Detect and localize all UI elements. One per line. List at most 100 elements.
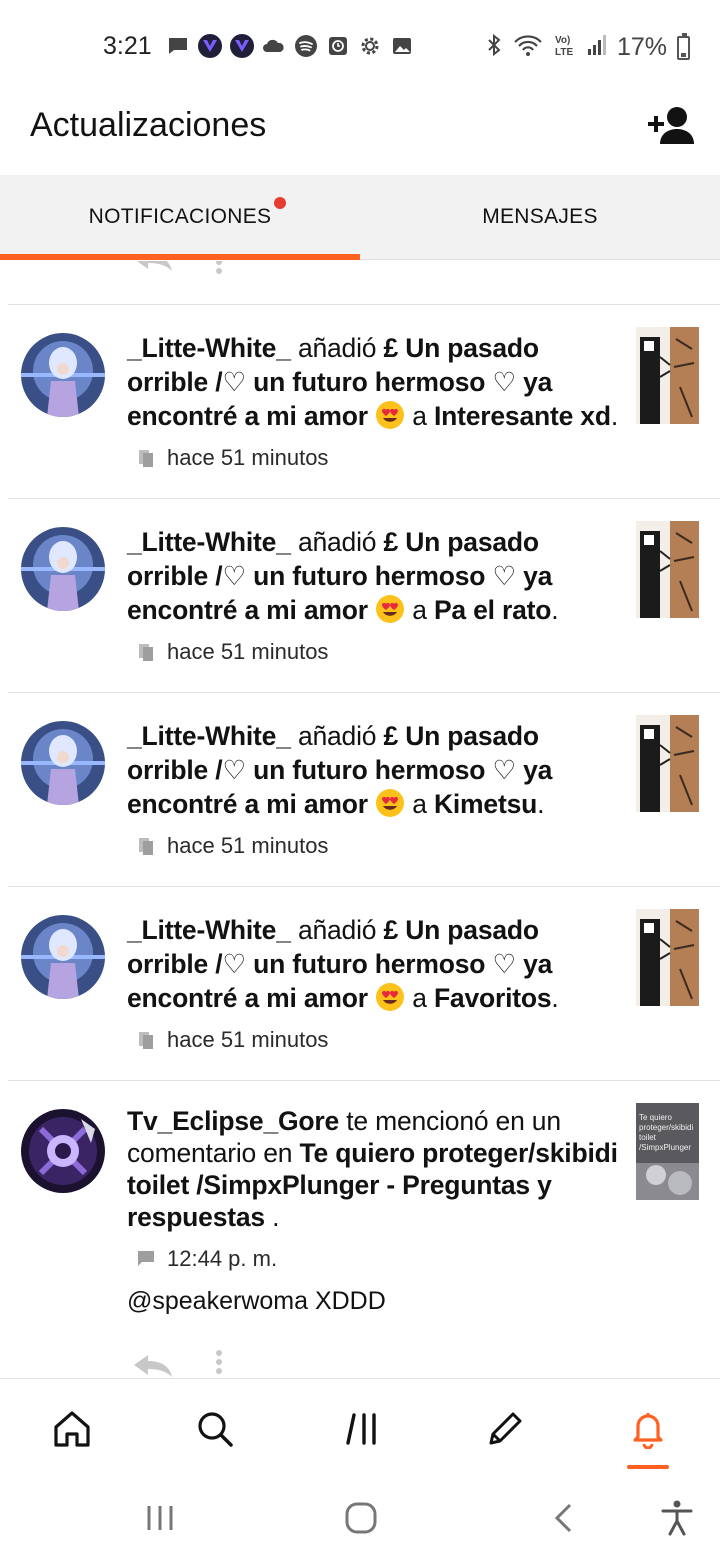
reply-icon xyxy=(136,261,172,271)
bottom-navigation xyxy=(0,1378,720,1478)
avatar[interactable] xyxy=(21,721,105,805)
status-bar: 3:21 Vo) LTE 17% xyxy=(0,0,720,92)
timestamp: hace 51 minutos xyxy=(167,833,329,858)
timestamp: hace 51 minutos xyxy=(167,1027,329,1052)
story-cover-thumbnail[interactable] xyxy=(636,715,699,812)
timestamp: 12:44 p. m. xyxy=(167,1246,278,1271)
signal-icon xyxy=(587,34,607,61)
comment-text: @speakerwoma XDDD xyxy=(127,1287,386,1315)
more-vertical-icon xyxy=(216,1350,222,1374)
svg-text:LTE: LTE xyxy=(555,47,573,58)
home-system-button[interactable] xyxy=(344,1500,378,1536)
more-options-button[interactable] xyxy=(213,261,225,275)
username[interactable]: _Litte-White_ xyxy=(127,721,291,751)
library-add-icon xyxy=(137,642,155,662)
back-icon xyxy=(554,1503,572,1533)
back-button[interactable] xyxy=(552,1500,576,1536)
heart-eyes-emoji-icon xyxy=(376,401,405,429)
notification-text: _Litte-White_ añadió £ Un pasado orrible… xyxy=(127,913,627,1015)
library-add-icon xyxy=(137,1030,155,1050)
heart-eyes-emoji-icon xyxy=(376,789,405,817)
system-navigation-bar xyxy=(0,1478,720,1560)
accessibility-button[interactable] xyxy=(660,1500,694,1536)
notification-text: _Litte-White_ añadió £ Un pasado orrible… xyxy=(127,525,627,627)
action-text: añadió xyxy=(297,527,377,557)
mention-notification-item[interactable]: Tv_Eclipse_Gore te mencionó en un coment… xyxy=(0,1081,720,1378)
timestamp: hace 51 minutos xyxy=(167,445,329,470)
tab-label: MENSAJES xyxy=(482,205,598,228)
username[interactable]: _Litte-White_ xyxy=(127,527,291,557)
reply-button[interactable] xyxy=(132,1353,174,1377)
library-icon xyxy=(346,1413,376,1445)
reading-list-name[interactable]: Favoritos xyxy=(434,983,552,1013)
nav-home[interactable] xyxy=(50,1407,94,1451)
nav-notifications[interactable] xyxy=(626,1407,670,1451)
library-add-icon xyxy=(137,836,155,856)
recent-apps-button[interactable] xyxy=(144,1500,176,1536)
add-user-button[interactable] xyxy=(646,102,698,150)
notification-text: _Litte-White_ añadió £ Un pasado orrible… xyxy=(127,331,627,433)
notification-icons xyxy=(166,34,414,58)
more-options-button[interactable] xyxy=(213,1349,225,1375)
home-circle-icon xyxy=(345,1502,377,1534)
add-user-icon xyxy=(648,107,694,144)
connector-text: a xyxy=(412,983,427,1013)
notification-feed[interactable]: _Litte-White_ añadió £ Un pasado orrible… xyxy=(0,261,720,1378)
avatar[interactable] xyxy=(21,527,105,611)
notification-item[interactable]: _Litte-White_ añadió £ Un pasado orrible… xyxy=(0,305,720,499)
period: . xyxy=(537,789,545,819)
accessibility-icon xyxy=(661,1500,693,1536)
connector-text: a xyxy=(412,789,427,819)
search-icon xyxy=(198,1412,233,1447)
app-v-icon xyxy=(198,34,222,58)
status-time: 3:21 xyxy=(103,32,152,60)
story-cover-thumbnail[interactable] xyxy=(636,327,699,424)
recent-apps-icon xyxy=(147,1506,173,1530)
notification-text: Tv_Eclipse_Gore te mencionó en un coment… xyxy=(127,1105,622,1233)
reading-list-name[interactable]: Interesante xd xyxy=(434,401,611,431)
story-cover-thumbnail[interactable]: Te quiero proteger/skibidi toilet /Simpx… xyxy=(636,1103,699,1200)
username[interactable]: _Litte-White_ xyxy=(127,915,291,945)
avatar[interactable] xyxy=(21,1109,105,1193)
tab-mensajes[interactable]: MENSAJES xyxy=(360,175,720,259)
bluetooth-icon xyxy=(485,33,503,62)
reading-list-name[interactable]: Pa el rato xyxy=(434,595,552,625)
cloud-icon xyxy=(262,34,286,58)
clock-app-icon xyxy=(326,34,350,58)
story-cover-thumbnail[interactable] xyxy=(636,909,699,1006)
message-icon xyxy=(166,34,190,58)
svg-text:Vo): Vo) xyxy=(555,35,570,46)
reading-list-name[interactable]: Kimetsu xyxy=(434,789,537,819)
avatar[interactable] xyxy=(21,333,105,417)
action-text: añadió xyxy=(297,915,377,945)
cover-text: Te quiero proteger/skibidi toilet /Simpx… xyxy=(639,1113,694,1152)
system-status-icons: Vo) LTE 17% xyxy=(485,32,690,63)
tab-label: NOTIFICACIONES xyxy=(88,205,272,228)
notification-text: _Litte-White_ añadió £ Un pasado orrible… xyxy=(127,719,627,821)
wifi-icon xyxy=(513,33,543,62)
story-cover-thumbnail[interactable] xyxy=(636,521,699,618)
spotify-icon xyxy=(294,34,318,58)
nav-library[interactable] xyxy=(340,1407,384,1451)
tab-notificaciones[interactable]: NOTIFICACIONES xyxy=(0,175,360,260)
period: . xyxy=(610,401,618,431)
page-title: Actualizaciones xyxy=(30,106,267,144)
notification-item[interactable]: _Litte-White_ añadió £ Un pasado orrible… xyxy=(0,499,720,693)
app-header: Actualizaciones xyxy=(0,92,720,175)
username[interactable]: _Litte-White_ xyxy=(127,333,291,363)
unread-badge xyxy=(274,197,286,209)
notification-item[interactable]: _Litte-White_ añadió £ Un pasado orrible… xyxy=(0,887,720,1081)
tab-bar: NOTIFICACIONES MENSAJES xyxy=(0,175,720,260)
pencil-icon xyxy=(489,1412,522,1445)
heart-eyes-emoji-icon xyxy=(376,983,405,1011)
notification-meta: hace 51 minutos xyxy=(137,637,328,667)
reply-button[interactable] xyxy=(132,261,174,271)
period: . xyxy=(551,983,559,1013)
battery-percent: 17% xyxy=(616,33,667,61)
comment-icon xyxy=(137,1249,155,1269)
nav-search[interactable] xyxy=(193,1407,237,1451)
notification-item[interactable]: _Litte-White_ añadió £ Un pasado orrible… xyxy=(0,693,720,887)
avatar[interactable] xyxy=(21,915,105,999)
username[interactable]: Tv_Eclipse_Gore xyxy=(127,1106,339,1136)
nav-write[interactable] xyxy=(483,1407,527,1451)
